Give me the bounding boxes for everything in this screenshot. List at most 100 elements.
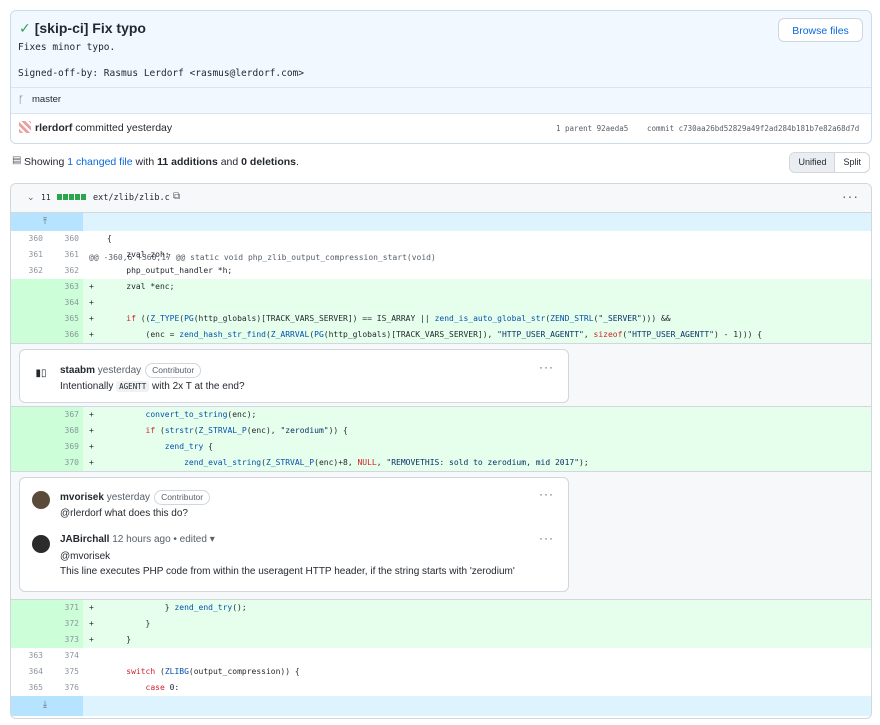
comment-time[interactable]: yesterday	[107, 492, 150, 503]
expand-row: ⤓	[11, 696, 871, 716]
new-line-number[interactable]: 373	[47, 632, 79, 648]
comment-author[interactable]: staabm	[60, 365, 95, 376]
diff-marker: +	[89, 635, 94, 644]
branch-link[interactable]: master	[32, 94, 61, 105]
diffstat-blocks	[57, 194, 86, 200]
contributor-badge: Contributor	[145, 363, 202, 378]
comment-mention[interactable]: @mvorisek	[60, 551, 110, 562]
comment-author[interactable]: JABirchall	[60, 534, 109, 545]
diff-marker: +	[89, 314, 94, 323]
check-icon: ✓	[19, 20, 31, 36]
avatar[interactable]	[19, 121, 31, 133]
old-line-number[interactable]: 365	[11, 680, 43, 696]
file-path[interactable]: ext/zlib/zlib.c	[93, 193, 170, 203]
added-line-row: 365 + if ((Z_TYPE(PG(http_globals)[TRACK_…	[11, 311, 871, 327]
diff-marker: +	[89, 282, 94, 291]
code-line: }	[107, 635, 132, 644]
avatar[interactable]: ▮▯	[32, 365, 50, 383]
new-line-number[interactable]: 371	[47, 600, 79, 616]
old-line-number[interactable]: 361	[11, 247, 43, 263]
copy-icon[interactable]: ⧉	[173, 191, 180, 202]
new-line-number[interactable]: 360	[47, 231, 79, 247]
new-line-number[interactable]: 374	[47, 648, 79, 664]
code-line: zval zoh;	[107, 250, 170, 259]
new-line-number[interactable]: 363	[47, 279, 79, 295]
diff-marker: +	[89, 330, 94, 339]
more-options-icon[interactable]: ···	[539, 531, 554, 545]
new-line-number[interactable]: 365	[47, 311, 79, 327]
commit-description: Fixes minor typo.	[18, 42, 116, 53]
comment-text: Intentionally	[60, 381, 117, 392]
comment-card: ▮▯ staabm yesterday Contributor Intention…	[19, 349, 569, 403]
contributor-badge: Contributor	[154, 490, 211, 505]
new-line-number[interactable]: 372	[47, 616, 79, 632]
new-line-number[interactable]: 366	[47, 327, 79, 343]
commit-signoff: Signed-off-by: Rasmus Lerdorf <rasmus@le…	[18, 68, 304, 79]
expand-up-icon[interactable]: ⤒	[43, 213, 47, 231]
code-line: if ((Z_TYPE(PG(http_globals)[TRACK_VARS_…	[126, 314, 671, 323]
stats-text: Showing	[24, 156, 68, 168]
added-line-row: 373 + }	[11, 632, 871, 648]
new-line-number[interactable]: 370	[47, 455, 79, 471]
comment-header: mvorisek yesterday Contributor	[60, 490, 211, 505]
browse-files-button[interactable]: Browse files	[778, 18, 863, 42]
code-line: }	[107, 619, 151, 628]
inline-code: AGENTT	[116, 381, 150, 392]
comment-author[interactable]: mvorisek	[60, 492, 104, 503]
added-line-row: 369 + zend_try {	[11, 439, 871, 455]
old-line-number[interactable]: 364	[11, 664, 43, 680]
more-options-icon[interactable]: ···	[539, 360, 554, 374]
new-line-number[interactable]: 368	[47, 423, 79, 439]
new-line-number[interactable]: 362	[47, 263, 79, 279]
new-line-number[interactable]: 361	[47, 247, 79, 263]
author-link[interactable]: rlerdorf	[35, 122, 72, 134]
code-line: convert_to_string(enc);	[145, 410, 257, 419]
comment-time[interactable]: yesterday	[98, 365, 141, 376]
file-diff-icon: ▤	[12, 155, 22, 166]
new-line-number[interactable]: 367	[47, 407, 79, 423]
deletions-count: 0 deletions	[241, 156, 297, 168]
new-line-number[interactable]: 375	[47, 664, 79, 680]
avatar[interactable]	[32, 491, 50, 509]
view-toggle: Unified Split	[789, 152, 870, 173]
code-line: {	[107, 234, 112, 243]
code-line: zend_try {	[164, 442, 213, 451]
hunk-header-row: ⤒ @@ -360,6 +360,17 @@ static void php_z…	[11, 213, 871, 262]
more-options-icon[interactable]: ···	[842, 188, 859, 204]
commit-action: committed yesterday	[75, 122, 173, 134]
comment-time[interactable]: 12 hours ago • edited	[112, 534, 207, 545]
diff-toolbar: ▤ Showing 1 changed file with 11 additio…	[10, 152, 870, 174]
code-line: (enc = zend_hash_str_find(Z_ARRVAL(PG(ht…	[107, 330, 763, 339]
author-info: rlerdorf committed yesterday	[35, 122, 172, 134]
comment-thread-1: ▮▯ staabm yesterday Contributor Intention…	[11, 343, 871, 407]
changed-files-link[interactable]: 1 changed file	[67, 156, 132, 168]
more-options-icon[interactable]: ···	[539, 487, 554, 501]
chevron-down-icon[interactable]: ▾	[210, 534, 215, 545]
new-line-number[interactable]: 376	[47, 680, 79, 696]
context-line-row: 362 362 php_output_handler *h;	[11, 263, 871, 279]
old-line-number[interactable]: 363	[11, 648, 43, 664]
context-line-row: 361 361 zval zoh;	[11, 247, 871, 263]
old-line-number[interactable]: 362	[11, 263, 43, 279]
split-button[interactable]: Split	[835, 153, 869, 172]
added-line-row: 366 + (enc = zend_hash_str_find(Z_ARRVAL(…	[11, 327, 871, 343]
comment-header: staabm yesterday Contributor	[60, 363, 202, 378]
diff-lines-b: 367 + convert_to_string(enc); 368 + if (str…	[11, 407, 871, 471]
new-line-number[interactable]: 364	[47, 295, 79, 311]
old-line-number[interactable]: 360	[11, 231, 43, 247]
expand-down-icon[interactable]: ⤓	[43, 696, 47, 714]
comment-thread-2: mvorisek yesterday Contributor @rlerdorf …	[11, 471, 871, 600]
comment-body: Intentionally AGENTT with 2x T at the en…	[60, 381, 245, 392]
diff-marker: +	[89, 603, 94, 612]
added-line-row: 368 + if (strstr(Z_STRVAL_P(enc), "zerodi…	[11, 423, 871, 439]
parent-commit[interactable]: 1 parent 92aeda5	[556, 124, 628, 133]
new-line-number[interactable]: 369	[47, 439, 79, 455]
stats-text: and	[217, 156, 242, 168]
commit-sha: commit c730aa26bd52829a49f2ad284b181b7e8…	[647, 124, 860, 133]
chevron-down-icon[interactable]: ⌄	[27, 192, 35, 203]
commit-header: ✓ [skip-ci] Fix typo Fixes minor typo. Si…	[10, 10, 872, 144]
code-line: zend_eval_string(Z_STRVAL_P(enc)+8, NULL…	[184, 458, 589, 467]
diff-stats: Showing 1 changed file with 11 additions…	[24, 156, 299, 168]
unified-button[interactable]: Unified	[790, 153, 836, 172]
avatar[interactable]	[32, 535, 50, 553]
